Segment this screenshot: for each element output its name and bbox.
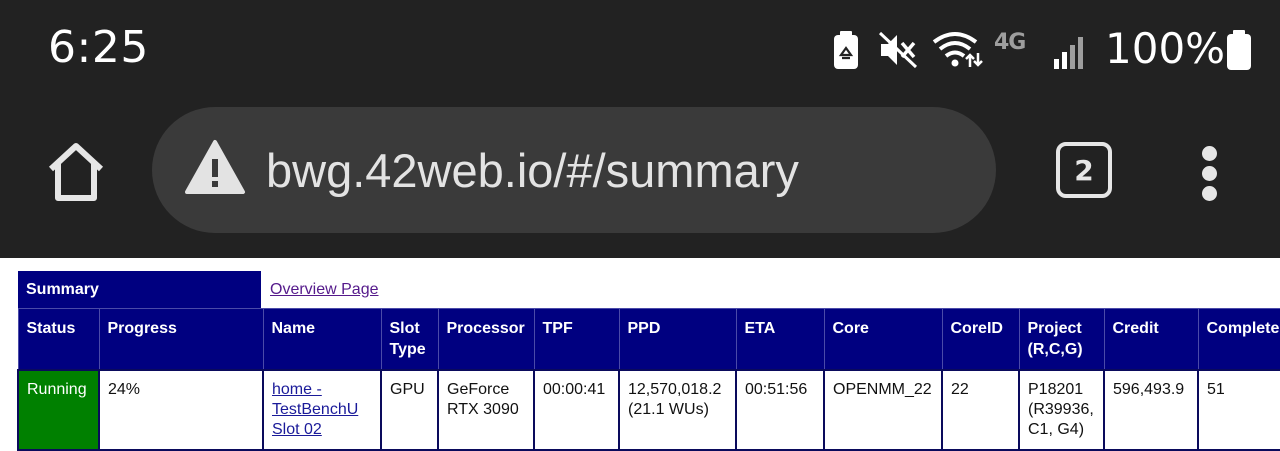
wifi-icon <box>932 28 984 72</box>
column-header-status[interactable]: Status <box>17 308 100 371</box>
page-content: Summary Overview Page Status Progress Na… <box>0 258 1280 451</box>
menu-dot <box>1202 166 1217 181</box>
home-button[interactable] <box>40 136 112 208</box>
processor-cell: GeForce RTX 3090 <box>437 369 535 451</box>
home-icon <box>48 143 104 201</box>
warning-icon[interactable] <box>184 139 246 195</box>
status-time: 6:25 <box>48 22 149 73</box>
coreid-cell: 22 <box>941 369 1020 451</box>
column-header-completed[interactable]: Completed <box>1197 308 1280 371</box>
summary-table: Status Progress Name Slot Type Processor … <box>17 308 1280 451</box>
summary-header: Summary <box>18 271 261 309</box>
menu-dot <box>1202 146 1217 161</box>
eta-cell: 00:51:56 <box>735 369 825 451</box>
column-header-core[interactable]: Core <box>823 308 943 371</box>
column-header-ppd[interactable]: PPD <box>618 308 737 371</box>
signal-icon <box>1050 28 1090 72</box>
column-header-slot-type[interactable]: Slot Type <box>380 308 439 371</box>
battery-percent: 100% <box>1105 24 1226 73</box>
slot-name-link[interactable]: home - TestBenchU Slot 02 <box>272 381 358 438</box>
battery-saver-icon <box>832 28 860 72</box>
column-header-progress[interactable]: Progress <box>98 308 264 371</box>
address-bar[interactable]: bwg.42web.io/#/summary <box>152 107 996 233</box>
credit-cell: 596,493.9 <box>1103 369 1199 451</box>
browser-toolbar: bwg.42web.io/#/summary 2 <box>0 100 1280 258</box>
column-header-eta[interactable]: ETA <box>735 308 825 371</box>
progress-cell: 24% <box>98 369 264 451</box>
project-cell: P18201 (R39936, C1, G4) <box>1018 369 1105 451</box>
column-header-coreid[interactable]: CoreID <box>941 308 1020 371</box>
column-header-name[interactable]: Name <box>262 308 382 371</box>
column-header-credit[interactable]: Credit <box>1103 308 1199 371</box>
browser-chrome: 6:25 4G 100% bwg.42web.io/#/summary 2 <box>0 0 1280 258</box>
status-bar: 6:25 4G 100% <box>0 0 1280 100</box>
table-header-row: Status Progress Name Slot Type Processor … <box>17 308 1280 371</box>
core-cell: OPENMM_22 <box>823 369 943 451</box>
menu-dot <box>1202 186 1217 201</box>
tab-count: 2 <box>1074 153 1094 187</box>
tab-switcher-button[interactable]: 2 <box>1056 142 1112 198</box>
slot-type-cell: GPU <box>380 369 439 451</box>
ppd-cell: 12,570,018.2 (21.1 WUs) <box>618 369 737 451</box>
url-text[interactable]: bwg.42web.io/#/summary <box>266 143 799 198</box>
mute-icon <box>878 28 918 72</box>
table-row: Running 24% home - TestBenchU Slot 02 GPU … <box>17 369 1280 451</box>
name-cell: home - TestBenchU Slot 02 <box>262 369 382 451</box>
overview-page-link[interactable]: Overview Page <box>270 281 379 299</box>
completed-cell: 51 <box>1197 369 1280 451</box>
column-header-project[interactable]: Project (R,C,G) <box>1018 308 1105 371</box>
column-header-tpf[interactable]: TPF <box>533 308 620 371</box>
battery-icon <box>1226 28 1252 72</box>
tpf-cell: 00:00:41 <box>533 369 620 451</box>
status-cell: Running <box>17 369 100 451</box>
column-header-processor[interactable]: Processor <box>437 308 535 371</box>
overflow-menu-button[interactable] <box>1196 142 1224 202</box>
4g-lte-icon: 4G <box>994 30 1026 55</box>
